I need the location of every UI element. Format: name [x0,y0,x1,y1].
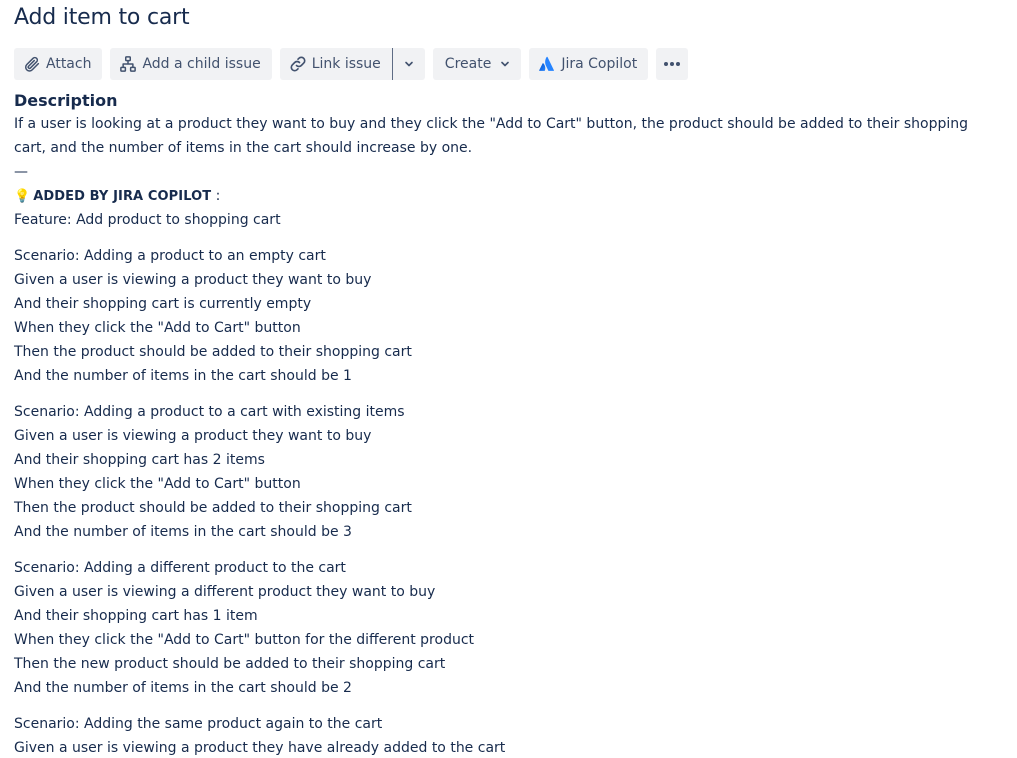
scenario-line: Given a user is viewing a product they h… [14,740,506,756]
attach-label: Attach [46,56,92,72]
chevron-down-icon [499,58,511,70]
scenario-block: Scenario: Adding a product to a cart wit… [14,400,1004,544]
scenario-block: Scenario: Adding the same product again … [14,712,1004,758]
scenario-line: Given a user is viewing a product they w… [14,428,372,444]
scenario-line: And their shopping cart is currently emp… [14,296,312,312]
atlassian-logo-icon [537,54,557,74]
scenario-line: Scenario: Adding a product to a cart wit… [14,404,405,420]
scenario-line: Then the product should be added to thei… [14,344,412,360]
description-intro: If a user is looking at a product they w… [14,116,969,156]
scenario-line: When they click the "Add to Cart" button… [14,632,475,648]
feature-line: Feature: Add product to shopping cart [14,212,281,228]
scenario-line: Given a user is viewing a product they w… [14,272,372,288]
issue-title[interactable]: Add item to cart [14,1,1004,35]
scenario-line: Scenario: Adding a different product to … [14,560,346,576]
create-label: Create [444,56,492,72]
scenario-line: And the number of items in the cart shou… [14,524,352,540]
scenario-line: And the number of items in the cart shou… [14,368,352,384]
scenario-line: Given a user is viewing a different prod… [14,584,436,600]
lightbulb-icon: 💡 [14,189,31,204]
copilot-tag-suffix: : [211,188,221,204]
link-issue-button[interactable]: Link issue [279,48,392,80]
description-heading: Description [14,91,118,110]
scenario-line: And their shopping cart has 2 items [14,452,265,468]
scenario-line: When they click the "Add to Cart" button [14,320,301,336]
copilot-tag-line: 💡 ADDED BY JIRA COPILOT : [14,184,1004,208]
link-issue-label: Link issue [311,56,381,72]
scenario-line: When they click the "Add to Cart" button [14,476,301,492]
link-issue-split-button: Link issue [279,48,425,80]
link-issue-dropdown-button[interactable] [392,48,425,80]
paperclip-icon [22,54,42,74]
scenario-block: Scenario: Adding a different product to … [14,556,1004,700]
scenario-line: Then the product should be added to thei… [14,500,412,516]
description-section: Description If a user is looking at a pr… [14,90,1004,758]
hierarchy-icon [118,54,138,74]
issue-view: Add item to cart Attach Add a child issu… [14,0,1004,758]
chevron-down-icon [403,58,415,70]
link-icon [288,54,308,74]
add-child-issue-button[interactable]: Add a child issue [110,48,272,80]
more-horizontal-icon [663,61,681,67]
jira-copilot-button[interactable]: Jira Copilot [529,48,649,80]
jira-copilot-label: Jira Copilot [561,56,638,72]
scenario-line: Scenario: Adding a product to an empty c… [14,248,326,264]
description-body[interactable]: If a user is looking at a product they w… [14,112,1004,758]
scenario-line: Scenario: Adding the same product again … [14,716,383,732]
scenario-line: Then the new product should be added to … [14,656,446,672]
copilot-tag: ADDED BY JIRA COPILOT [33,189,212,204]
attach-button[interactable]: Attach [14,48,103,80]
more-actions-button[interactable] [656,48,689,80]
create-button[interactable]: Create [432,48,522,80]
scenario-line: And the number of items in the cart shou… [14,680,352,696]
description-separator: — [14,164,28,180]
scenario-line: And their shopping cart has 1 item [14,608,258,624]
issue-toolbar: Attach Add a child issue Link issue Crea… [14,48,1004,80]
add-child-issue-label: Add a child issue [142,56,261,72]
scenario-block: Scenario: Adding a product to an empty c… [14,244,1004,388]
